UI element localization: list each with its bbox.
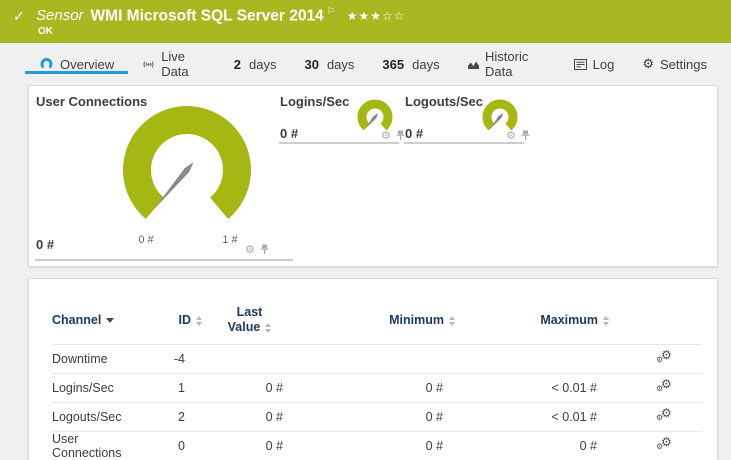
tab-overview[interactable]: Overview	[25, 43, 129, 85]
tab-365-days[interactable]: 365 days	[368, 43, 453, 85]
channel-name: User Connections	[52, 431, 147, 460]
column-header-maximum[interactable]: Maximum	[455, 297, 609, 345]
channel-name: Downtime	[52, 344, 147, 374]
gauge-icon	[40, 58, 53, 69]
channel-settings-icon[interactable]: ⚙ ⚙	[656, 406, 674, 423]
channel-last-value: 0 #	[202, 431, 297, 460]
gauge-gear-icon[interactable]: ⚙	[506, 131, 516, 142]
gauge-title-logins: Logins/Sec	[280, 94, 350, 109]
flag-icon[interactable]: ⚐	[327, 6, 335, 16]
column-header-actions	[609, 297, 702, 345]
page-title: WMI Microsoft SQL Server 2014	[90, 7, 324, 25]
logouts-value: 0 #	[405, 126, 424, 141]
historic-chart-icon	[467, 61, 479, 69]
settings-gear-icon: ⚙	[642, 56, 655, 71]
channel-minimum: 0 #	[297, 431, 455, 460]
channel-maximum	[455, 344, 609, 374]
sensor-status-header: ✓ Sensor WMI Microsoft SQL Server 2014 ⚐ ★★…	[0, 0, 731, 43]
table-row[interactable]: Logouts/Sec 2 0 # 0 # < 0.01 # ⚙ ⚙	[52, 402, 702, 432]
gauge-scale-max: 1 #	[222, 234, 238, 246]
sort-icon	[449, 315, 455, 326]
table-row[interactable]: User Connections 0 0 # 0 # 0 # ⚙ ⚙	[52, 431, 702, 460]
status-badge: OK	[38, 26, 53, 37]
channel-name: Logins/Sec	[52, 373, 147, 403]
status-check-icon: ✓	[13, 8, 25, 24]
channel-settings-icon[interactable]: ⚙ ⚙	[656, 435, 674, 452]
channel-name: Logouts/Sec	[52, 402, 147, 432]
gauge-scale-min: 0 #	[138, 234, 154, 246]
channel-last-value: 0 #	[202, 402, 297, 432]
sort-icon	[265, 322, 272, 333]
column-header-channel[interactable]: Channel	[52, 297, 147, 345]
table-row[interactable]: Downtime -4 ⚙ ⚙	[52, 344, 702, 374]
channel-maximum: < 0.01 #	[455, 402, 609, 432]
gauge-baseline-rule	[404, 142, 524, 144]
logins-value: 0 #	[280, 126, 299, 141]
sort-desc-icon	[106, 318, 115, 324]
object-kind-label: Sensor	[36, 7, 84, 25]
channel-last-value	[202, 344, 297, 374]
gauge-pin-icon[interactable]	[260, 244, 269, 255]
channel-minimum	[297, 344, 455, 374]
log-icon	[573, 58, 587, 70]
channel-minimum: 0 #	[297, 402, 455, 432]
channel-maximum: 0 #	[455, 431, 609, 460]
channel-id: -4	[147, 344, 202, 374]
live-data-icon	[143, 60, 154, 68]
tab-settings[interactable]: ⚙ Settings	[628, 43, 721, 85]
user-connections-value: 0 #	[36, 237, 55, 252]
column-header-last-value[interactable]: Last Value	[202, 297, 297, 345]
channel-id: 1	[147, 373, 202, 403]
gauge-baseline-rule	[279, 142, 399, 144]
tab-30-days[interactable]: 30 days	[290, 43, 368, 85]
channel-settings-icon[interactable]: ⚙ ⚙	[656, 348, 674, 365]
channel-id: 0	[147, 431, 202, 460]
channel-id: 2	[147, 402, 202, 432]
tab-2-days[interactable]: 2 days	[220, 43, 291, 85]
sort-icon	[603, 315, 609, 326]
tab-bar: Overview Live Data 2 days 30 days 365 da…	[0, 43, 731, 85]
gauge-needle	[153, 162, 194, 210]
gauge-gear-icon[interactable]: ⚙	[245, 245, 255, 256]
gauge-baseline-rule	[35, 259, 293, 261]
gauge-pin-icon[interactable]	[396, 130, 405, 141]
channels-panel: Channel ID Last Value Minimum Maximum Do…	[28, 278, 718, 460]
column-header-minimum[interactable]: Minimum	[297, 297, 455, 345]
tab-live-data[interactable]: Live Data	[128, 43, 220, 85]
gauge-pin-icon[interactable]	[521, 130, 530, 141]
channels-table: Channel ID Last Value Minimum Maximum Do…	[52, 297, 702, 460]
table-header-row: Channel ID Last Value Minimum Maximum	[52, 297, 702, 345]
sort-icon	[196, 315, 202, 326]
column-header-id[interactable]: ID	[147, 297, 202, 345]
user-connections-gauge	[123, 106, 251, 220]
channel-minimum: 0 #	[297, 373, 455, 403]
gauge-title-logouts: Logouts/Sec	[405, 94, 484, 109]
channel-last-value: 0 #	[202, 373, 297, 403]
table-row[interactable]: Logins/Sec 1 0 # 0 # < 0.01 # ⚙ ⚙	[52, 373, 702, 403]
gauge-gear-icon[interactable]: ⚙	[381, 131, 391, 142]
tab-historic-data[interactable]: Historic Data	[454, 43, 560, 85]
gauges-panel: User Connections 0 # 1 # 0 # ⚙ Logins/Se…	[28, 85, 718, 267]
tab-log[interactable]: Log	[560, 43, 629, 85]
channel-maximum: < 0.01 #	[455, 373, 609, 403]
priority-stars[interactable]: ★★★☆☆	[347, 9, 406, 23]
channel-settings-icon[interactable]: ⚙ ⚙	[656, 377, 674, 394]
